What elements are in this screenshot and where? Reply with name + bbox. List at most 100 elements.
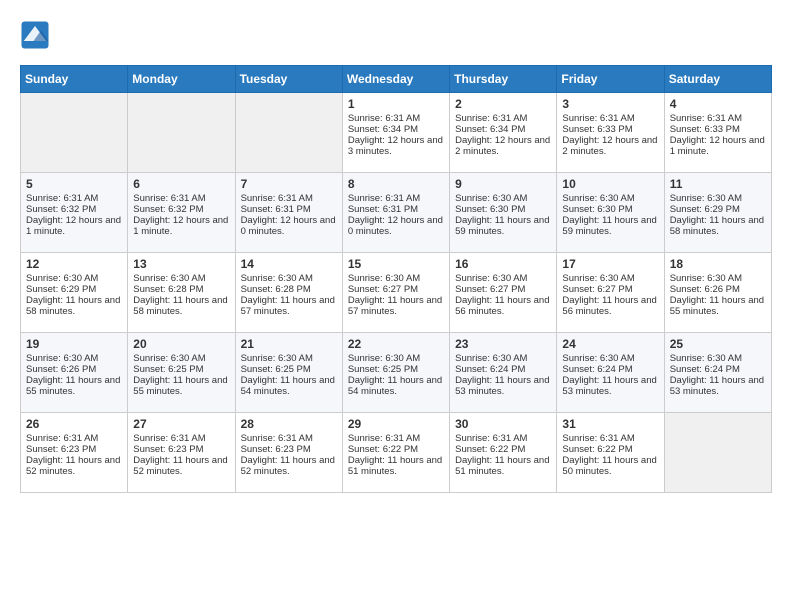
calendar-cell: 19 Sunrise: 6:30 AM Sunset: 6:26 PM Dayl… xyxy=(21,333,128,413)
calendar-cell xyxy=(235,93,342,173)
calendar-week-row: 19 Sunrise: 6:30 AM Sunset: 6:26 PM Dayl… xyxy=(21,333,772,413)
calendar-cell: 23 Sunrise: 6:30 AM Sunset: 6:24 PM Dayl… xyxy=(450,333,557,413)
calendar-cell: 29 Sunrise: 6:31 AM Sunset: 6:22 PM Dayl… xyxy=(342,413,449,493)
calendar-cell: 11 Sunrise: 6:30 AM Sunset: 6:29 PM Dayl… xyxy=(664,173,771,253)
day-number: 17 xyxy=(562,257,658,271)
calendar-cell: 17 Sunrise: 6:30 AM Sunset: 6:27 PM Dayl… xyxy=(557,253,664,333)
calendar-cell: 28 Sunrise: 6:31 AM Sunset: 6:23 PM Dayl… xyxy=(235,413,342,493)
sunrise: Sunrise: 6:30 AM xyxy=(26,353,98,364)
day-number: 23 xyxy=(455,337,551,351)
sunset: Sunset: 6:33 PM xyxy=(562,124,632,135)
calendar-cell xyxy=(128,93,235,173)
sunrise: Sunrise: 6:30 AM xyxy=(670,353,742,364)
daylight-label: Daylight: 11 hours and 51 minutes. xyxy=(348,455,442,477)
daylight-label: Daylight: 12 hours and 0 minutes. xyxy=(241,215,336,237)
sunrise: Sunrise: 6:31 AM xyxy=(348,113,420,124)
daylight-label: Daylight: 11 hours and 57 minutes. xyxy=(241,295,335,317)
daylight-label: Daylight: 11 hours and 52 minutes. xyxy=(133,455,227,477)
day-number: 15 xyxy=(348,257,444,271)
sunset: Sunset: 6:22 PM xyxy=(455,444,525,455)
calendar-cell: 25 Sunrise: 6:30 AM Sunset: 6:24 PM Dayl… xyxy=(664,333,771,413)
sunrise: Sunrise: 6:31 AM xyxy=(348,433,420,444)
daylight-label: Daylight: 12 hours and 0 minutes. xyxy=(348,215,443,237)
sunset: Sunset: 6:31 PM xyxy=(348,204,418,215)
sunrise: Sunrise: 6:31 AM xyxy=(348,193,420,204)
sunset: Sunset: 6:22 PM xyxy=(348,444,418,455)
sunset: Sunset: 6:24 PM xyxy=(455,364,525,375)
daylight-label: Daylight: 11 hours and 54 minutes. xyxy=(348,375,442,397)
calendar-cell: 27 Sunrise: 6:31 AM Sunset: 6:23 PM Dayl… xyxy=(128,413,235,493)
calendar-cell: 14 Sunrise: 6:30 AM Sunset: 6:28 PM Dayl… xyxy=(235,253,342,333)
sunset: Sunset: 6:34 PM xyxy=(455,124,525,135)
day-number: 1 xyxy=(348,97,444,111)
day-number: 27 xyxy=(133,417,229,431)
logo xyxy=(20,20,54,50)
day-number: 11 xyxy=(670,177,766,191)
day-number: 7 xyxy=(241,177,337,191)
weekday-header: Thursday xyxy=(450,66,557,93)
day-number: 24 xyxy=(562,337,658,351)
calendar-cell: 9 Sunrise: 6:30 AM Sunset: 6:30 PM Dayli… xyxy=(450,173,557,253)
sunrise: Sunrise: 6:31 AM xyxy=(26,433,98,444)
calendar-cell: 3 Sunrise: 6:31 AM Sunset: 6:33 PM Dayli… xyxy=(557,93,664,173)
calendar-cell: 30 Sunrise: 6:31 AM Sunset: 6:22 PM Dayl… xyxy=(450,413,557,493)
sunset: Sunset: 6:27 PM xyxy=(348,284,418,295)
day-number: 10 xyxy=(562,177,658,191)
daylight-label: Daylight: 11 hours and 55 minutes. xyxy=(133,375,227,397)
sunrise: Sunrise: 6:31 AM xyxy=(133,433,205,444)
calendar-cell: 2 Sunrise: 6:31 AM Sunset: 6:34 PM Dayli… xyxy=(450,93,557,173)
weekday-header: Sunday xyxy=(21,66,128,93)
daylight-label: Daylight: 11 hours and 57 minutes. xyxy=(348,295,442,317)
sunrise: Sunrise: 6:30 AM xyxy=(133,353,205,364)
day-number: 19 xyxy=(26,337,122,351)
day-number: 14 xyxy=(241,257,337,271)
sunrise: Sunrise: 6:31 AM xyxy=(670,113,742,124)
weekday-header-row: SundayMondayTuesdayWednesdayThursdayFrid… xyxy=(21,66,772,93)
daylight-label: Daylight: 11 hours and 54 minutes. xyxy=(241,375,335,397)
day-number: 5 xyxy=(26,177,122,191)
calendar-cell: 16 Sunrise: 6:30 AM Sunset: 6:27 PM Dayl… xyxy=(450,253,557,333)
daylight-label: Daylight: 12 hours and 1 minute. xyxy=(26,215,121,237)
sunrise: Sunrise: 6:30 AM xyxy=(562,193,634,204)
sunrise: Sunrise: 6:30 AM xyxy=(455,193,527,204)
sunrise: Sunrise: 6:30 AM xyxy=(241,273,313,284)
day-number: 12 xyxy=(26,257,122,271)
daylight-label: Daylight: 11 hours and 53 minutes. xyxy=(562,375,656,397)
sunset: Sunset: 6:28 PM xyxy=(133,284,203,295)
calendar-cell: 15 Sunrise: 6:30 AM Sunset: 6:27 PM Dayl… xyxy=(342,253,449,333)
sunrise: Sunrise: 6:30 AM xyxy=(562,273,634,284)
sunrise: Sunrise: 6:30 AM xyxy=(26,273,98,284)
weekday-header: Friday xyxy=(557,66,664,93)
day-number: 29 xyxy=(348,417,444,431)
sunset: Sunset: 6:29 PM xyxy=(670,204,740,215)
weekday-header: Tuesday xyxy=(235,66,342,93)
day-number: 22 xyxy=(348,337,444,351)
day-number: 25 xyxy=(670,337,766,351)
daylight-label: Daylight: 11 hours and 52 minutes. xyxy=(241,455,335,477)
sunrise: Sunrise: 6:31 AM xyxy=(26,193,98,204)
day-number: 18 xyxy=(670,257,766,271)
sunrise: Sunrise: 6:31 AM xyxy=(455,113,527,124)
page-header xyxy=(20,20,772,50)
calendar-week-row: 1 Sunrise: 6:31 AM Sunset: 6:34 PM Dayli… xyxy=(21,93,772,173)
calendar-cell: 20 Sunrise: 6:30 AM Sunset: 6:25 PM Dayl… xyxy=(128,333,235,413)
day-number: 28 xyxy=(241,417,337,431)
weekday-header: Monday xyxy=(128,66,235,93)
sunset: Sunset: 6:24 PM xyxy=(670,364,740,375)
calendar-week-row: 12 Sunrise: 6:30 AM Sunset: 6:29 PM Dayl… xyxy=(21,253,772,333)
day-number: 6 xyxy=(133,177,229,191)
daylight-label: Daylight: 11 hours and 50 minutes. xyxy=(562,455,656,477)
day-number: 21 xyxy=(241,337,337,351)
sunset: Sunset: 6:31 PM xyxy=(241,204,311,215)
sunset: Sunset: 6:23 PM xyxy=(133,444,203,455)
calendar-cell: 24 Sunrise: 6:30 AM Sunset: 6:24 PM Dayl… xyxy=(557,333,664,413)
day-number: 13 xyxy=(133,257,229,271)
sunrise: Sunrise: 6:30 AM xyxy=(348,273,420,284)
day-number: 20 xyxy=(133,337,229,351)
calendar-cell: 22 Sunrise: 6:30 AM Sunset: 6:25 PM Dayl… xyxy=(342,333,449,413)
daylight-label: Daylight: 11 hours and 56 minutes. xyxy=(562,295,656,317)
calendar-cell: 1 Sunrise: 6:31 AM Sunset: 6:34 PM Dayli… xyxy=(342,93,449,173)
calendar-cell: 6 Sunrise: 6:31 AM Sunset: 6:32 PM Dayli… xyxy=(128,173,235,253)
daylight-label: Daylight: 12 hours and 1 minute. xyxy=(670,135,765,157)
sunrise: Sunrise: 6:30 AM xyxy=(133,273,205,284)
